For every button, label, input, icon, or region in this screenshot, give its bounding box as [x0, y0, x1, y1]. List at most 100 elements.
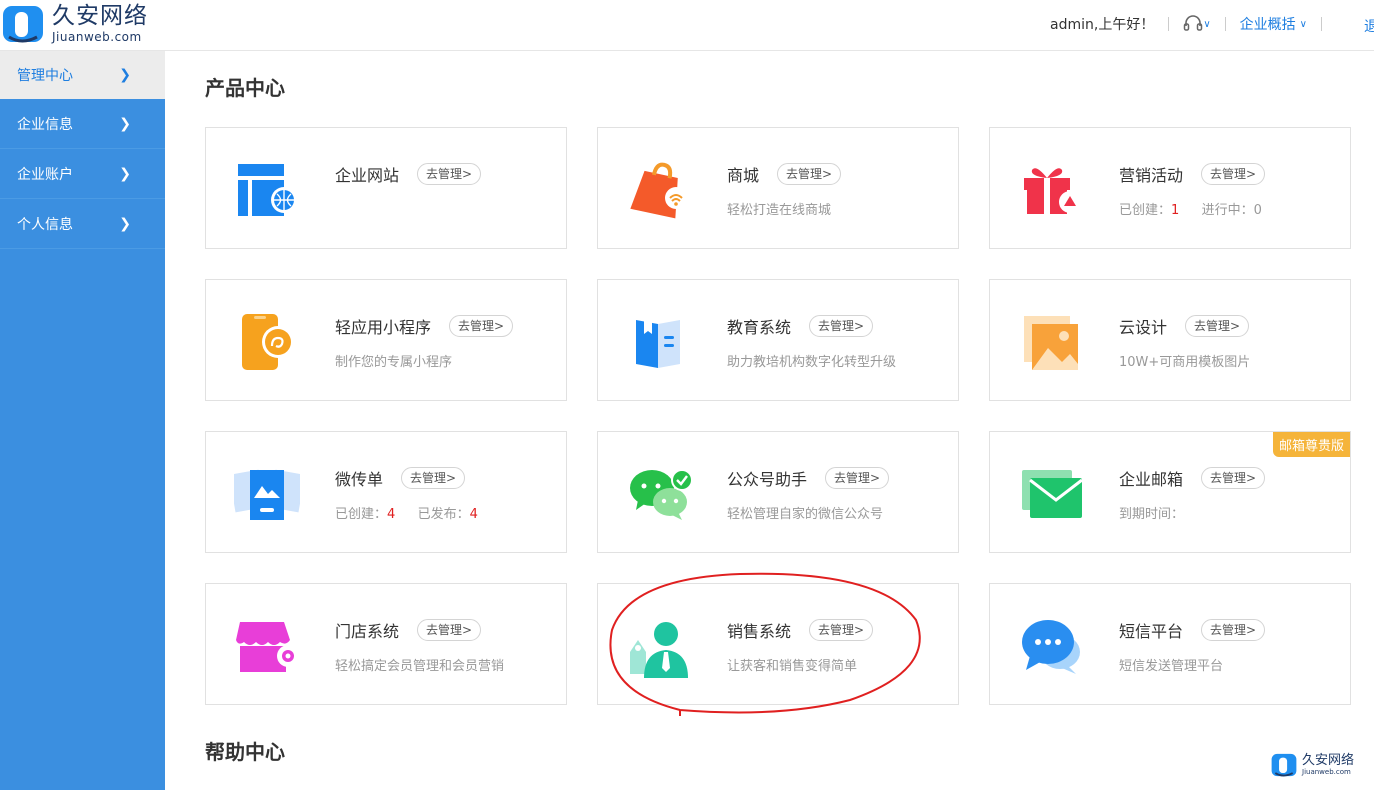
- product-title: 销售系统: [727, 622, 792, 641]
- book-icon: [636, 320, 680, 368]
- product-desc: 轻松搞定会员管理和会员营销: [335, 659, 505, 674]
- flyer-icon: [234, 469, 300, 520]
- product-card-cloud-design[interactable]: 云设计 去管理> 10W+可商用模板图片: [989, 279, 1351, 401]
- support-menu[interactable]: ∨: [1183, 15, 1211, 33]
- manage-button[interactable]: 去管理>: [1185, 315, 1250, 337]
- product-desc: 轻松打造在线商城: [727, 203, 832, 218]
- product-title: 短信平台: [1119, 622, 1184, 641]
- chevron-right-icon: ❯: [119, 165, 131, 182]
- divider: [1168, 17, 1170, 31]
- chevron-down-icon: ∨: [1203, 18, 1211, 30]
- product-title: 轻应用小程序: [335, 318, 432, 337]
- product-card-micro-flyer[interactable]: 微传单 去管理> 已创建：4 已发布：4: [205, 431, 567, 553]
- edition-badge: 邮箱尊贵版: [1272, 432, 1350, 457]
- overview-menu[interactable]: 企业概括 ∨: [1240, 14, 1307, 34]
- watermark-name-cn: 久安网络: [1302, 753, 1355, 768]
- sidebar-item-company-account[interactable]: 企业账户 ❯: [0, 149, 165, 199]
- manage-button[interactable]: 去管理>: [1201, 467, 1266, 489]
- manage-button[interactable]: 去管理>: [449, 315, 514, 337]
- salesperson-icon: [630, 622, 688, 678]
- product-card-sms[interactable]: 短信平台 去管理> 短信发送管理平台: [989, 583, 1351, 705]
- created-count: 4: [387, 507, 396, 522]
- divider: [1224, 17, 1226, 31]
- published-count: 4: [469, 507, 478, 522]
- manage-button[interactable]: 去管理>: [809, 315, 874, 337]
- help-center-title: 帮助中心: [205, 740, 285, 764]
- manage-button[interactable]: 去管理>: [1201, 619, 1266, 641]
- product-desc: 短信发送管理平台: [1119, 659, 1224, 674]
- product-title: 企业网站: [335, 166, 400, 185]
- mail-icon: [1022, 470, 1083, 518]
- product-stats: 已创建：4 已发布：4: [335, 503, 478, 522]
- divider: [1320, 17, 1322, 31]
- sidebar-item-label: 企业账户: [17, 166, 73, 183]
- product-card-official-account[interactable]: 公众号助手 去管理> 轻松管理自家的微信公众号: [597, 431, 959, 553]
- website-icon: [238, 164, 297, 216]
- product-desc: 让获客和销售变得简单: [727, 659, 858, 674]
- manage-button[interactable]: 去管理>: [809, 619, 874, 641]
- product-card-enterprise-mail[interactable]: 企业邮箱 去管理> 到期时间： 邮箱尊贵版: [989, 431, 1351, 553]
- chevron-right-icon: ❯: [119, 215, 131, 232]
- product-desc: 制作您的专属小程序: [335, 355, 453, 370]
- product-desc: 10W+可商用模板图片: [1119, 355, 1251, 370]
- overview-label: 企业概括: [1239, 17, 1296, 33]
- logo-mark-icon: [3, 6, 43, 43]
- product-title: 云设计: [1119, 318, 1168, 337]
- product-title: 商城: [727, 166, 760, 185]
- sidebar: 管理中心 ❯ 企业信息 ❯ 企业账户 ❯ 个人信息 ❯: [0, 51, 165, 790]
- gift-box-icon: [1024, 168, 1081, 214]
- product-card-website[interactable]: 企业网站 去管理>: [205, 127, 567, 249]
- user-greeting: admin,上午好！: [1050, 17, 1155, 33]
- logo-mark-icon: [1271, 753, 1297, 777]
- running-count: 0: [1253, 203, 1262, 218]
- product-desc: 到期时间：: [1119, 507, 1185, 522]
- wechat-icon: [630, 469, 692, 520]
- sidebar-item-label: 个人信息: [17, 216, 73, 233]
- headset-icon: [1184, 15, 1203, 31]
- image-gallery-icon: [1024, 316, 1078, 370]
- brand-name-cn: 久安网络: [52, 3, 148, 29]
- product-desc: 助力教培机构数字化转型升级: [727, 355, 897, 370]
- chevron-down-icon: ∨: [1299, 18, 1307, 30]
- sidebar-item-label: 管理中心: [17, 68, 73, 84]
- manage-button[interactable]: 去管理>: [401, 467, 466, 489]
- manage-button[interactable]: 去管理>: [417, 163, 482, 185]
- watermark-logo: 久安网络 Jiuanweb.com: [1271, 752, 1354, 778]
- product-card-education[interactable]: 教育系统 去管理> 助力教培机构数字化转型升级: [597, 279, 959, 401]
- sidebar-item-company-info[interactable]: 企业信息 ❯: [0, 99, 165, 149]
- watermark-name-en: Jiuanweb.com: [1302, 768, 1351, 776]
- product-desc: 轻松管理自家的微信公众号: [727, 507, 884, 522]
- product-center-title: 产品中心: [205, 76, 285, 100]
- created-label: 已创建：: [335, 507, 388, 522]
- product-title: 营销活动: [1119, 166, 1184, 185]
- brand-logo[interactable]: 久安网络 Jiuanweb.com: [0, 0, 148, 48]
- created-count: 1: [1171, 203, 1180, 218]
- shopping-bag-icon: [630, 162, 687, 219]
- sidebar-item-management-center[interactable]: 管理中心 ❯: [0, 51, 165, 99]
- storefront-icon: [236, 622, 299, 672]
- product-title: 门店系统: [335, 622, 400, 641]
- chevron-right-icon: ❯: [119, 115, 131, 132]
- product-title: 企业邮箱: [1119, 470, 1184, 489]
- manage-button[interactable]: 去管理>: [1201, 163, 1266, 185]
- chevron-right-icon: ❯: [119, 67, 131, 83]
- created-label: 已创建：: [1119, 203, 1172, 218]
- product-title: 公众号助手: [727, 470, 808, 489]
- brand-name-en: Jiuanweb.com: [52, 30, 142, 44]
- product-title: 微传单: [335, 470, 384, 489]
- manage-button[interactable]: 去管理>: [777, 163, 842, 185]
- mobile-app-icon: [242, 314, 294, 370]
- sidebar-item-label: 企业信息: [17, 116, 73, 133]
- product-card-store[interactable]: 门店系统 去管理> 轻松搞定会员管理和会员营销: [205, 583, 567, 705]
- top-header: 久安网络 Jiuanweb.com admin,上午好！ ∨ 企业概括 ∨ 退出: [0, 0, 1374, 51]
- chat-bubble-icon: [1022, 620, 1080, 674]
- product-card-marketing[interactable]: 营销活动 去管理> 已创建：1 进行中：0: [989, 127, 1351, 249]
- sidebar-item-personal-info[interactable]: 个人信息 ❯: [0, 199, 165, 249]
- manage-button[interactable]: 去管理>: [825, 467, 890, 489]
- product-card-miniprogram[interactable]: 轻应用小程序 去管理> 制作您的专属小程序: [205, 279, 567, 401]
- running-label: 进行中：: [1201, 203, 1254, 218]
- product-card-sales[interactable]: 销售系统 去管理> 让获客和销售变得简单: [597, 583, 959, 705]
- product-card-mall[interactable]: 商城 去管理> 轻松打造在线商城: [597, 127, 959, 249]
- manage-button[interactable]: 去管理>: [417, 619, 482, 641]
- logout-link[interactable]: 退出: [1364, 16, 1374, 36]
